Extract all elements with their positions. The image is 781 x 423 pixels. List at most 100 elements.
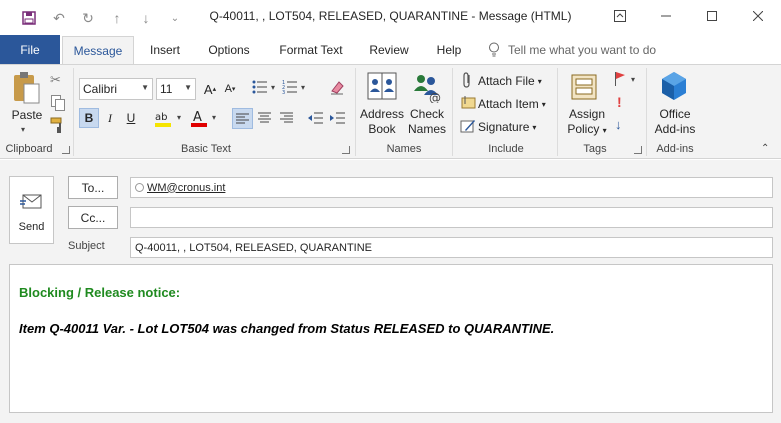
tags-dialog-launcher-icon[interactable] [634,146,642,154]
office-button-label[interactable]: Office [652,107,698,122]
shrink-font-icon[interactable]: A ▾ [220,79,240,99]
notice-text: Item Q-40011 Var. - Lot LOT504 was chang… [19,321,555,336]
group-divider [73,68,74,156]
svg-text:ab: ab [155,112,167,123]
next-item-icon[interactable]: ↓ [137,9,155,27]
low-importance-icon[interactable]: ↓ [615,117,622,132]
numbering-icon[interactable]: 123 [282,79,300,99]
subject-label: Subject [68,240,105,252]
highlight-chevron-down-icon[interactable]: ▾ [177,113,181,122]
minimize-icon[interactable] [643,0,689,32]
align-left-icon [236,113,249,124]
font-color-icon[interactable]: A [190,108,210,128]
addins-group-label: Add-ins [656,143,694,155]
to-recipient[interactable]: WM@cronus.int [147,182,225,194]
ribbon-display-options-icon[interactable] [597,0,643,32]
tab-format-text[interactable]: Format Text [270,35,352,64]
format-painter-icon[interactable] [50,117,66,133]
bold-button[interactable]: B [79,108,99,128]
to-button[interactable]: To... [68,176,118,199]
policy-label: Policy [567,122,600,136]
group-divider [355,68,356,156]
italic-button[interactable]: I [100,108,120,128]
collapse-ribbon-icon[interactable]: ⌃ [761,143,769,154]
align-left-button[interactable] [232,108,253,129]
paste-button[interactable]: Paste [8,108,46,123]
group-divider [557,68,558,156]
book-button-label[interactable]: Book [360,122,404,137]
paperclip-icon [461,72,475,88]
tell-me-search[interactable]: Tell me what you want to do [508,35,668,64]
signature-icon [460,118,476,134]
align-right-icon[interactable] [277,108,297,128]
bullets-icon[interactable] [252,79,270,99]
increase-indent-icon[interactable] [328,108,348,128]
font-name-combo[interactable]: Calibri ▼ [79,78,153,100]
bullets-chevron-down-icon[interactable]: ▾ [271,83,275,92]
clipboard-dialog-launcher-icon[interactable] [62,146,70,154]
address-book-icon[interactable] [366,71,398,103]
numbering-chevron-down-icon[interactable]: ▾ [301,83,305,92]
cut-icon[interactable]: ✂ [50,72,66,88]
font-size-combo[interactable]: 11 ▼ [156,78,196,100]
notice-heading: Blocking / Release notice: [19,285,181,300]
attach-item-button[interactable]: Attach Item ▾ [478,94,546,114]
decrease-indent-icon[interactable] [306,108,326,128]
follow-up-flag-icon[interactable] [614,71,628,87]
basic-text-dialog-launcher-icon[interactable] [342,146,350,154]
office-addins-icon[interactable] [660,71,690,103]
names-button-label[interactable]: Names [405,122,449,137]
copy-icon[interactable] [51,95,65,111]
highlight-icon[interactable]: ab [153,108,175,128]
svg-text:3: 3 [282,90,285,95]
check-button-label[interactable]: Check [405,107,449,122]
underline-button[interactable]: U [121,108,141,128]
tab-review[interactable]: Review [362,35,416,64]
to-field[interactable]: WM@cronus.int [130,177,773,198]
policy-button[interactable]: Policy ▾ [564,122,610,138]
flag-chevron-down-icon[interactable]: ▾ [631,75,635,84]
font-color-chevron-down-icon[interactable]: ▾ [212,113,216,122]
basic-text-group-label: Basic Text [181,143,231,155]
font-size-value: 11 [160,82,173,96]
group-divider [646,68,647,156]
close-icon[interactable] [735,0,781,32]
chevron-down-icon: ▼ [184,83,192,92]
tab-options[interactable]: Options [198,35,260,64]
lightbulb-icon [488,42,504,58]
clear-formatting-icon[interactable] [329,79,347,97]
include-group-label: Include [488,143,524,155]
addins-button-label[interactable]: Add-ins [652,122,698,137]
attach-item-icon [460,95,476,111]
tab-insert[interactable]: Insert [140,35,190,64]
send-button[interactable]: Send [9,176,54,244]
tags-group-label: Tags [583,143,607,155]
signature-button[interactable]: Signature ▾ [478,117,536,137]
tab-file[interactable]: File [0,35,60,64]
maximize-icon[interactable] [689,0,735,32]
address-button-label[interactable]: Address [360,107,404,122]
tab-message[interactable]: Message [62,36,134,65]
undo-icon[interactable]: ↶ [50,9,68,27]
attach-file-button[interactable]: Attach File ▾ [478,71,542,91]
subject-field[interactable]: Q-40011, , LOT504, RELEASED, QUARANTINE [130,237,773,258]
cc-field[interactable] [130,207,773,228]
chevron-down-icon: ▾ [537,76,542,86]
assign-policy-icon[interactable] [568,71,600,103]
names-group-label: Names [386,143,422,155]
grow-font-icon[interactable]: A ▴ [200,79,220,99]
cc-button[interactable]: Cc... [68,206,118,229]
redo-icon[interactable]: ↻ [79,9,97,27]
paste-chevron-down-icon[interactable]: ▾ [21,125,25,134]
paste-icon[interactable] [11,71,43,105]
check-names-icon[interactable]: @ [411,71,443,105]
previous-item-icon[interactable]: ↑ [108,9,126,27]
tab-help[interactable]: Help [426,35,472,64]
presence-icon [135,183,144,192]
save-icon[interactable] [20,9,38,27]
customize-toolbar-icon[interactable]: ⌄ [166,9,184,27]
assign-button-label[interactable]: Assign [564,107,610,122]
chevron-down-icon: ▾ [602,126,607,135]
align-center-icon[interactable] [255,108,275,128]
high-importance-icon[interactable]: ! [617,94,622,110]
